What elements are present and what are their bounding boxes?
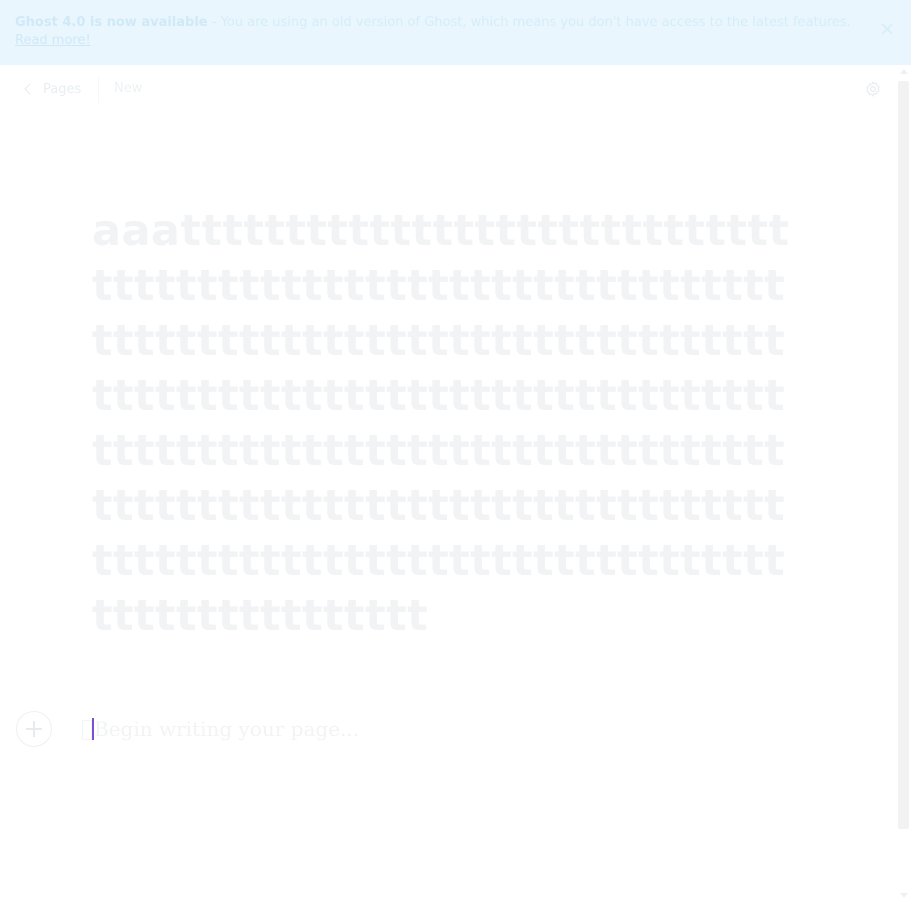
topbar-divider (98, 77, 99, 103)
update-banner: Ghost 4.0 is now available - You are usi… (0, 0, 911, 65)
scroll-down-arrow[interactable] (900, 893, 908, 898)
chevron-left-icon (24, 83, 36, 95)
banner-headline: Ghost 4.0 is now available (15, 15, 208, 30)
scrollbar-thumb[interactable] (898, 81, 909, 829)
back-to-pages-label: Pages (43, 81, 82, 97)
editor-body-placeholder[interactable]: Begin writing your page... (94, 716, 359, 742)
editor-topbar: Pages New (0, 65, 896, 115)
gear-icon[interactable] (864, 80, 882, 98)
vertical-scrollbar[interactable] (896, 65, 911, 902)
post-status: New (114, 81, 143, 96)
banner-message: - You are using an old version of Ghost,… (207, 15, 851, 30)
cursor-marker (82, 720, 92, 740)
scroll-up-arrow[interactable] (900, 69, 908, 74)
page-title[interactable]: aaattttttttttttttttttttttttttttttttttttt… (92, 204, 800, 644)
back-to-pages-button[interactable]: Pages (20, 77, 81, 101)
add-card-button[interactable] (16, 711, 52, 747)
banner-read-more-link[interactable]: Read more! (15, 33, 91, 48)
close-icon[interactable] (880, 22, 894, 36)
